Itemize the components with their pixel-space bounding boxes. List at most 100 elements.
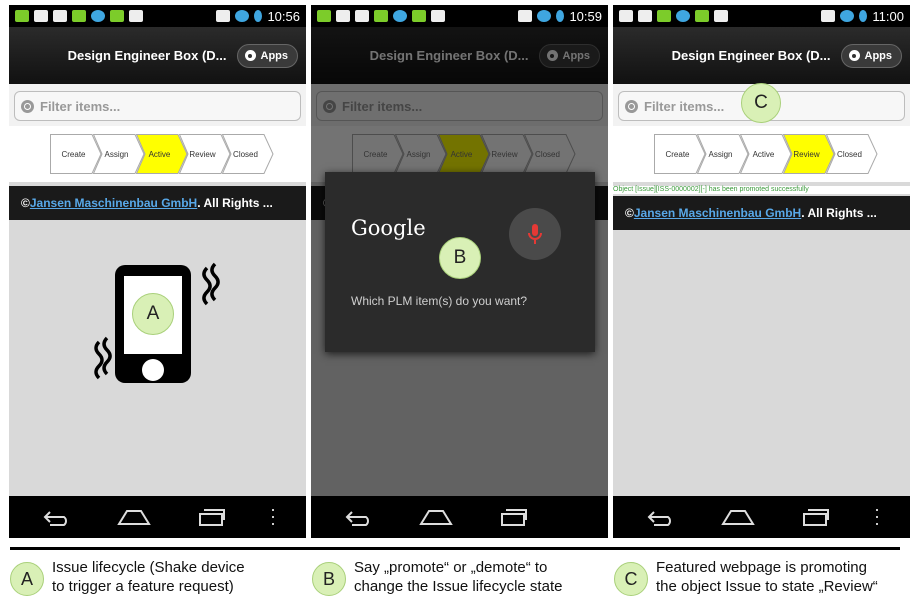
voice-prompt: Which PLM item(s) do you want? (351, 294, 528, 308)
lifecycle-step-label: Create (363, 149, 388, 159)
screen-a: 10:56 Design Engineer Box (D... Apps Fil… (9, 5, 306, 538)
lifecycle-step-label: Review (189, 149, 216, 159)
alarm-icon (216, 10, 231, 22)
home-button[interactable] (418, 505, 454, 529)
status-bar: 10:56 (9, 5, 306, 27)
action-bar: Design Engineer Box (D... Apps (613, 27, 910, 84)
lifecycle-step-label: Assign (708, 149, 733, 159)
lifecycle-step-closed[interactable]: Closed (222, 134, 274, 174)
footer-copyright: © (625, 206, 634, 220)
game-icon (431, 10, 445, 22)
lifecycle-step-active[interactable]: Active (136, 134, 188, 174)
lifecycle-step-label: Closed (837, 149, 862, 159)
mic-icon (528, 224, 542, 244)
game-icon (129, 10, 143, 22)
legend-c: C Featured webpage is promoting the objec… (614, 558, 878, 596)
lifecycle-step-label: Review (491, 149, 518, 159)
footer-rights: . All Rights ... (801, 206, 877, 220)
lifecycle-step-review[interactable]: Review (783, 134, 835, 174)
apps-button[interactable]: Apps (236, 43, 298, 68)
app-title: Design Engineer Box (D... (671, 48, 831, 63)
lifecycle-bar: Create Assign Active Review Closed (613, 126, 910, 182)
lifecycle-step-label: Closed (535, 149, 560, 159)
footer: © Jansen Maschinenbau GmbH. All Rights .… (9, 186, 306, 220)
lifecycle-step-label: Create (665, 149, 690, 159)
game-icon (714, 10, 728, 22)
filter-input[interactable]: Filter items... (14, 91, 301, 121)
apps-button[interactable]: Apps (840, 43, 902, 68)
menu-icon[interactable] (270, 509, 276, 525)
lifecycle-step-label: Active (752, 149, 775, 159)
screen-c: 11:00 Design Engineer Box (D... Apps Fil… (613, 5, 910, 538)
divider (10, 547, 900, 550)
rss-icon (72, 10, 86, 22)
status-bar: 11:00 (613, 5, 910, 27)
lifecycle-step-label: Create (61, 149, 86, 159)
mail-icon (34, 10, 48, 22)
download-icon (695, 10, 709, 22)
lifecycle-step-assign[interactable]: Assign (697, 134, 749, 174)
footer-rights: . All Rights ... (197, 196, 273, 210)
recents-button[interactable] (193, 505, 229, 529)
legend-marker-a: A (10, 562, 44, 596)
back-button[interactable] (643, 505, 679, 529)
footer-copyright: © (21, 196, 30, 210)
recents-button[interactable] (495, 505, 531, 529)
footer-link[interactable]: Jansen Maschinenbau GmbH (30, 196, 197, 210)
legend-marker-c: C (614, 562, 648, 596)
legend-marker-b: B (312, 562, 346, 596)
lifecycle-step-label: Assign (104, 149, 129, 159)
lifecycle-step-create[interactable]: Create (654, 134, 706, 174)
apps-label: Apps (260, 49, 289, 62)
gear-icon (848, 50, 860, 61)
wifi-icon (840, 10, 855, 22)
mic-button[interactable] (509, 208, 561, 260)
nav-bar (311, 496, 608, 538)
action-bar: Design Engineer Box (D... Apps (9, 27, 306, 84)
success-message: Object [Issue][ISS-0000002][-] has been … (613, 186, 910, 194)
gear-icon (244, 50, 256, 61)
alarm-icon (821, 10, 836, 22)
clock: 11:00 (872, 8, 904, 24)
lifecycle-step-assign[interactable]: Assign (93, 134, 145, 174)
footer-link[interactable]: Jansen Maschinenbau GmbH (634, 206, 801, 220)
home-button[interactable] (116, 505, 152, 529)
marker-a: A (132, 293, 174, 335)
chat-icon (53, 10, 67, 22)
marker-c: C (741, 83, 781, 123)
menu-icon[interactable] (874, 509, 880, 525)
legend-a-line2: to trigger a feature request) (52, 578, 234, 595)
battery-icon (859, 10, 868, 22)
google-logo: Google (351, 216, 426, 240)
back-button[interactable] (39, 505, 75, 529)
back-button[interactable] (341, 505, 377, 529)
home-button[interactable] (720, 505, 756, 529)
legend-c-line1: Featured webpage is promoting (656, 559, 867, 576)
battery-icon (556, 10, 565, 22)
app-icon (91, 10, 105, 22)
battery-icon (254, 10, 263, 22)
lifecycle-step-active[interactable]: Active (740, 134, 792, 174)
notification-icon (317, 10, 331, 22)
clock: 10:56 (267, 8, 300, 24)
mail-icon (336, 10, 350, 22)
recents-button[interactable] (797, 505, 833, 529)
filter-bar: Filter items... (9, 84, 306, 126)
lifecycle-step-label: Review (793, 149, 820, 159)
lifecycle-step-review[interactable]: Review (179, 134, 231, 174)
download-icon (110, 10, 124, 22)
search-icon (21, 99, 34, 113)
marker-b: B (439, 237, 481, 279)
clock: 10:59 (569, 8, 602, 24)
search-icon (625, 99, 638, 113)
lifecycle-step-create[interactable]: Create (50, 134, 102, 174)
mail-icon (619, 10, 633, 22)
chat-icon (638, 10, 652, 22)
back-icon (647, 511, 672, 526)
lifecycle-step-closed[interactable]: Closed (826, 134, 878, 174)
wifi-icon (235, 10, 250, 22)
lifecycle-step-label: Assign (406, 149, 431, 159)
rss-icon (374, 10, 388, 22)
nav-bar (613, 496, 910, 538)
screen-b: 10:59 Design Engineer Box (D... Apps Fil… (311, 5, 608, 538)
